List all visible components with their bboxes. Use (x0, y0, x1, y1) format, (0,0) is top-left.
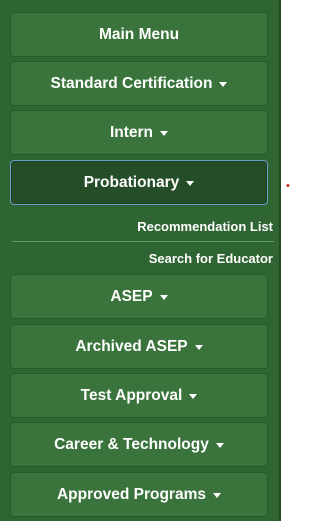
archived-asep-button[interactable]: Archived ASEP (10, 324, 268, 369)
career-technology-button[interactable]: Career & Technology (10, 422, 268, 467)
archived-asep-label: Archived ASEP (75, 337, 188, 355)
test-approval-button[interactable]: Test Approval (10, 373, 268, 418)
recommendation-list-link[interactable]: Recommendation List (12, 219, 273, 234)
approved-programs-button[interactable]: Approved Programs (10, 472, 268, 517)
caret-down-icon (215, 443, 224, 448)
intern-label: Intern (109, 123, 154, 141)
caret-down-icon (213, 493, 221, 498)
main-menu-label: Main Menu (98, 25, 180, 43)
probationary-label: Probationary (83, 173, 180, 191)
caret-down-icon (160, 131, 169, 136)
sidebar-edge (279, 0, 281, 521)
caret-down-icon (159, 295, 168, 300)
career-technology-label: Career & Technology (54, 435, 209, 453)
approved-programs-label: Approved Programs (56, 485, 206, 503)
standard-certification-label: Standard Certification (50, 74, 213, 92)
asep-label: ASEP (110, 287, 153, 305)
asep-button[interactable]: ASEP (10, 274, 268, 319)
sidebar-nav: Main Menu Standard Certification Intern … (0, 0, 279, 521)
intern-button[interactable]: Intern (10, 110, 268, 155)
test-approval-label: Test Approval (80, 386, 183, 404)
caret-down-icon (186, 181, 195, 186)
main-menu-button[interactable]: Main Menu (10, 12, 268, 57)
submenu-divider (12, 241, 274, 242)
probationary-button[interactable]: Probationary (10, 160, 268, 205)
standard-certification-button[interactable]: Standard Certification (10, 61, 268, 106)
search-for-educator-link[interactable]: Search for Educator (12, 251, 273, 266)
required-marker-icon: • (286, 180, 290, 192)
caret-down-icon (189, 394, 198, 399)
caret-down-icon (194, 345, 203, 350)
caret-down-icon (219, 82, 228, 87)
